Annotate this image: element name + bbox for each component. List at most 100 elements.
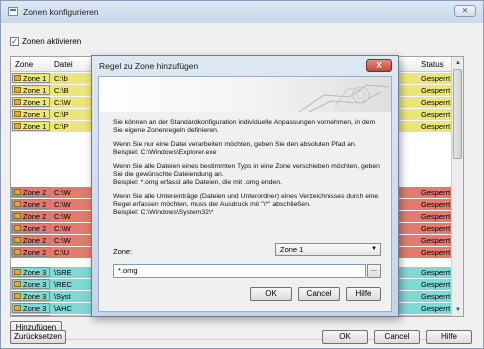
zone-cell: Zone 2 xyxy=(12,187,50,197)
zone-label: Zone 3 xyxy=(23,280,47,289)
zone-label: Zone 2 xyxy=(23,236,47,245)
zone-label: Zone 3 xyxy=(23,316,46,317)
zone-icon xyxy=(14,249,21,255)
zone-label: Zone 2 xyxy=(23,224,47,233)
window-title: Zonen konfigurieren xyxy=(23,7,99,17)
zone-icon xyxy=(14,111,21,117)
cancel-button[interactable]: Cancel xyxy=(374,330,420,344)
path-cell: C:\W xyxy=(54,200,71,209)
dialog-ok-button[interactable]: OK xyxy=(250,287,292,301)
zone-cell: Zone 2 xyxy=(12,235,50,245)
dialog-title: Regel zu Zone hinzufügen xyxy=(99,61,199,71)
status-cell: Gesperrt xyxy=(421,86,451,95)
zone-cell: Zone 1 xyxy=(12,97,50,107)
help-button[interactable]: Hilfe xyxy=(426,330,472,344)
path-cell: C:\W xyxy=(54,236,71,245)
zone-icon xyxy=(14,281,21,287)
zone-icon xyxy=(14,189,21,195)
zone-icon xyxy=(14,305,21,311)
dialog-help-button[interactable]: Hilfe xyxy=(346,287,381,301)
scroll-down-icon[interactable]: ▼ xyxy=(454,306,462,314)
zone-label: Zone 1 xyxy=(23,86,47,95)
chevron-down-icon: ▼ xyxy=(371,246,377,252)
zone-icon xyxy=(14,269,21,275)
path-cell: C:\W xyxy=(54,224,71,233)
zone-cell: Zone 1 xyxy=(12,121,50,131)
path-cell: \Syst xyxy=(54,292,71,301)
zone-label: Zone 2 xyxy=(23,200,47,209)
zone-cell: Zone 3 xyxy=(12,315,50,317)
zone-label: Zone 3 xyxy=(23,268,47,277)
zone-cell: Zone 3 xyxy=(12,267,50,277)
zone-select-label: Zone: xyxy=(113,247,133,256)
ok-button[interactable]: OK xyxy=(322,330,368,344)
status-cell: Gesperrt xyxy=(421,316,450,317)
zone-label: Zone 2 xyxy=(23,248,47,257)
zone-cell: Zone 3 xyxy=(12,291,50,301)
path-cell: \REC xyxy=(54,280,72,289)
dialog-type-hint: Wenn Sie alle Dateien eines bestimmten T… xyxy=(113,163,380,178)
zone-cell: Zone 2 xyxy=(12,211,50,221)
path-cell: \MSC xyxy=(54,316,73,317)
path-cell: C:\W xyxy=(54,98,71,107)
enable-zones-label[interactable]: Zonen aktivieren xyxy=(22,37,81,46)
zone-icon xyxy=(14,237,21,243)
status-cell: Gesperrt xyxy=(421,236,451,245)
zone-select[interactable]: Zone 1 ▼ xyxy=(275,243,381,256)
dialog-file-example: Beispiel: C:\Windows\Explorer.exe xyxy=(113,149,217,156)
zone-cell: Zone 1 xyxy=(12,85,50,95)
banner-graphic-icon xyxy=(298,84,390,113)
zone-cell: Zone 2 xyxy=(12,199,50,209)
zone-label: Zone 1 xyxy=(23,98,47,107)
zone-icon xyxy=(14,123,21,129)
zone-label: Zone 3 xyxy=(23,304,47,313)
status-cell: Gesperrt xyxy=(421,188,451,197)
status-cell: Gesperrt xyxy=(421,122,451,131)
zone-select-value: Zone 1 xyxy=(280,245,304,254)
zone-icon xyxy=(14,201,21,207)
path-cell: C:\B xyxy=(54,86,69,95)
zone-label: Zone 1 xyxy=(23,74,47,83)
dialog-folder-example: Beispiel: C:\Windows\System32\* xyxy=(113,209,214,216)
status-cell: Gesperrt xyxy=(421,292,451,301)
dialog-cancel-button[interactable]: Cancel xyxy=(298,287,340,301)
zone-cell: Zone 2 xyxy=(12,223,50,233)
dialog-close-button[interactable]: X xyxy=(366,59,392,72)
title-bar: Zonen konfigurieren ⨯ xyxy=(1,1,483,23)
path-cell: \AHC xyxy=(54,304,72,313)
path-cell: C:\W xyxy=(54,188,71,197)
zone-label: Zone 2 xyxy=(23,212,47,221)
zone-icon xyxy=(14,99,21,105)
dialog-folder-hint: Wenn Sie alle Untereinträge (Dateien und… xyxy=(113,193,379,208)
status-cell: Gesperrt xyxy=(421,280,451,289)
zone-label: Zone 1 xyxy=(23,110,47,119)
scroll-thumb[interactable] xyxy=(453,69,462,159)
app-icon xyxy=(8,7,18,16)
reset-button[interactable]: Zurücksetzen xyxy=(10,330,66,344)
status-cell: Gesperrt xyxy=(421,224,451,233)
enable-zones-checkbox[interactable]: ✓ xyxy=(10,37,19,46)
status-cell: Gesperrt xyxy=(421,268,451,277)
dialog-intro-text: Sie können an der Standardkonfiguration … xyxy=(113,119,376,134)
column-header-zone[interactable]: Zone xyxy=(15,60,33,69)
zone-label: Zone 3 xyxy=(23,292,47,301)
zone-cell: Zone 3 xyxy=(12,279,50,289)
path-cell: \SRE xyxy=(54,268,72,277)
table-scrollbar[interactable]: ▲ ▼ xyxy=(451,57,463,316)
dialog-file-hint: Wenn Sie nur eine Datei verarbeiten möch… xyxy=(113,141,357,148)
close-button[interactable]: ⨯ xyxy=(454,5,476,17)
zone-icon xyxy=(14,87,21,93)
column-header-file[interactable]: Datei xyxy=(54,60,73,69)
scroll-up-icon[interactable]: ▲ xyxy=(454,59,462,67)
add-rule-dialog: Regel zu Zone hinzufügen X Sie können an… xyxy=(91,55,399,317)
zone-label: Zone 1 xyxy=(23,122,47,131)
path-cell: C:\b xyxy=(54,74,68,83)
zone-icon xyxy=(14,75,21,81)
zone-icon xyxy=(14,293,21,299)
rule-input[interactable]: *.omg xyxy=(113,264,366,278)
browse-button[interactable]: ... xyxy=(367,264,381,278)
zone-config-window: Zonen konfigurieren ⨯ ✓ Zonen aktivieren… xyxy=(0,0,484,349)
status-cell: Gesperrt xyxy=(421,304,451,313)
path-cell: C:\P xyxy=(54,122,69,131)
column-header-status[interactable]: Status xyxy=(421,60,444,69)
